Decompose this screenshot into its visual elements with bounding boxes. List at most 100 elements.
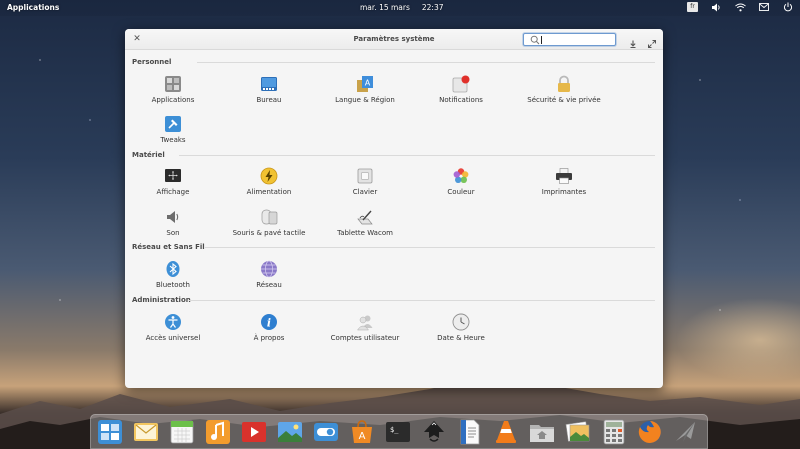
settings-item-tweaks[interactable]: Tweaks [125, 115, 221, 153]
settings-item-label: Sécurité & vie privée [527, 96, 601, 104]
time-label: 22:37 [421, 3, 444, 12]
settings-item-imprimantes[interactable]: Imprimantes [509, 167, 619, 205]
firefox-icon[interactable] [637, 419, 663, 445]
settings-item-label: Souris & pavé tactile [232, 229, 306, 237]
svg-text:$_: $_ [390, 426, 399, 434]
settings-item-date-heure[interactable]: Date & Heure [413, 313, 509, 351]
settings-item-couleur[interactable]: Couleur [413, 167, 509, 205]
wacom-tablet-icon [357, 210, 373, 225]
settings-item-label: Tweaks [160, 136, 186, 144]
indicator-area: fr [687, 2, 794, 12]
send-tool-icon[interactable] [673, 419, 699, 445]
section-divider [197, 62, 655, 63]
settings-item-label: Alimentation [246, 188, 292, 196]
security-lock-icon [558, 75, 570, 92]
settings-item-notifications[interactable]: Notifications [413, 75, 509, 113]
settings-item-label: Couleur [447, 188, 475, 196]
settings-item-bluetooth[interactable]: Bluetooth [125, 260, 221, 298]
settings-item-clavier[interactable]: Clavier [317, 167, 413, 205]
settings-item-affichage[interactable]: Affichage [125, 167, 221, 205]
settings-item-langue-region[interactable]: A Langue & Région [317, 75, 413, 113]
user-accounts-icon [357, 315, 373, 331]
system-settings-window: ✕ Paramètres système Personnel Applicati… [125, 29, 663, 388]
download-icon[interactable] [628, 34, 638, 49]
dock: A $_ [90, 414, 708, 449]
settings-item-acces-universel[interactable]: Accès universel [125, 313, 221, 351]
settings-item-label: Date & Heure [437, 334, 485, 342]
settings-item-securite[interactable]: Sécurité & vie privée [509, 75, 619, 113]
section-divider [189, 300, 655, 301]
desktop-icon [261, 77, 277, 91]
section-divider [205, 247, 655, 248]
search-input[interactable] [540, 35, 612, 45]
sound-indicator-icon[interactable] [710, 2, 722, 12]
videos-icon[interactable] [241, 419, 267, 445]
calendar-icon[interactable] [169, 419, 195, 445]
settings-item-label: Imprimantes [541, 188, 587, 196]
settings-content: Personnel Applications Bureau A Langue &… [125, 50, 663, 388]
settings-item-label: Son [166, 229, 180, 237]
document-writer-icon[interactable] [457, 419, 483, 445]
settings-item-label: Bluetooth [156, 281, 190, 289]
power-icon [260, 167, 278, 185]
accessibility-icon [165, 314, 181, 330]
mail-icon[interactable] [133, 419, 159, 445]
settings-item-label: Langue & Région [335, 96, 395, 104]
settings-item-applications[interactable]: Applications [125, 75, 221, 113]
photos-icon[interactable] [277, 419, 303, 445]
tweaks-hammer-icon [165, 116, 181, 132]
applications-icon [165, 76, 181, 92]
settings-item-reseau[interactable]: Réseau [221, 260, 317, 298]
settings-item-wacom[interactable]: Tablette Wacom [317, 208, 413, 246]
wifi-indicator-icon[interactable] [734, 2, 746, 12]
settings-item-comptes[interactable]: Comptes utilisateur [317, 313, 413, 351]
svg-text:A: A [365, 79, 371, 88]
keyboard-icon [357, 168, 373, 184]
search-icon [530, 35, 540, 45]
section-header-personnel: Personnel [132, 58, 172, 66]
section-header-materiel: Matériel [132, 151, 165, 159]
window-titlebar[interactable]: ✕ Paramètres système [125, 29, 663, 50]
settings-item-label: Réseau [256, 281, 282, 289]
appcenter-icon[interactable]: A [349, 419, 375, 445]
section-header-administration: Administration [132, 296, 191, 304]
date-time-clock-icon [452, 313, 470, 331]
datetime-indicator[interactable]: mar. 15 mars 22:37 [360, 3, 444, 12]
settings-item-label: Applications [151, 96, 195, 104]
music-icon[interactable] [205, 419, 231, 445]
multitasking-view-icon[interactable] [97, 419, 123, 445]
section-divider [179, 155, 655, 156]
calculator-icon[interactable] [601, 419, 627, 445]
settings-item-label: Bureau [256, 96, 282, 104]
settings-item-alimentation[interactable]: Alimentation [221, 167, 317, 205]
settings-item-souris[interactable]: Souris & pavé tactile [221, 208, 317, 246]
vlc-icon[interactable] [493, 419, 519, 445]
search-field[interactable] [523, 33, 616, 46]
display-icon [165, 169, 181, 182]
about-info-icon: i [261, 314, 277, 330]
settings-item-bureau[interactable]: Bureau [221, 75, 317, 113]
system-settings-icon[interactable] [313, 419, 339, 445]
keyboard-layout-indicator[interactable]: fr [687, 2, 698, 12]
settings-item-label: Comptes utilisateur [330, 334, 400, 342]
settings-item-a-propos[interactable]: i À propos [221, 313, 317, 351]
files-icon[interactable] [529, 419, 555, 445]
section-header-reseau: Réseau et Sans Fil [132, 243, 205, 251]
network-globe-icon [261, 260, 277, 278]
power-indicator-icon[interactable] [782, 2, 794, 12]
mail-indicator-icon[interactable] [758, 2, 770, 12]
printer-icon [556, 168, 572, 184]
date-label: mar. 15 mars [360, 3, 410, 12]
applications-menu[interactable]: Applications [7, 3, 59, 12]
maximize-icon[interactable] [647, 34, 657, 48]
settings-item-label: Tablette Wacom [337, 229, 393, 237]
settings-item-label: Notifications [439, 96, 483, 104]
settings-item-son[interactable]: Son [125, 208, 221, 246]
top-panel: Applications mar. 15 mars 22:37 fr [0, 0, 800, 16]
image-viewer-icon[interactable] [565, 419, 591, 445]
inkscape-icon[interactable] [421, 419, 447, 445]
svg-text:i: i [267, 317, 271, 330]
color-icon [453, 168, 469, 183]
settings-item-label: Affichage [156, 188, 190, 196]
terminal-icon[interactable]: $_ [385, 419, 411, 445]
